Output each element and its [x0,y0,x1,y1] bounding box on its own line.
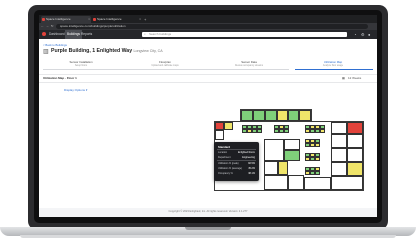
tooltip-value: 45.2% [248,167,255,170]
screen: Space Intelligence × Space Intelligence … [39,15,377,217]
favicon-icon [42,18,45,21]
copyright-text: Copyright © 2023 Enlighted, Inc. All rig… [168,210,248,213]
tooltip-value: Engineering [242,156,255,159]
room-tile[interactable] [264,139,284,161]
date-range-select[interactable]: 12 Weeks [348,76,361,80]
tooltip-label: Department [218,156,231,159]
search-icon: ⌕ [144,32,146,36]
room-tile[interactable] [284,139,300,150]
back-link[interactable]: < Back to Buildings [43,43,67,47]
floor-label: Utilization Map - Floor 1 [43,76,77,80]
step-label: Floorplan [159,60,171,64]
room-tile[interactable] [264,161,278,175]
step-utilization-map[interactable]: Utilization Map Analyze floor usage [291,60,375,67]
new-tab-button[interactable]: + [144,16,146,23]
step-sublabel: Review occupancy streams [235,65,263,67]
tooltip-label: Utilization % (peak) [218,162,239,165]
close-icon[interactable]: × [88,16,90,23]
tooltip-value: Enlighted Room [237,151,255,154]
stepper-active-indicator [295,69,373,70]
tooltip-value: 38.1% [248,172,255,175]
room-tile[interactable] [241,110,253,121]
display-options-dropdown[interactable]: Display Options ▾ [64,88,87,92]
tooltip-value: 82.5% [248,162,255,165]
room-tile[interactable] [264,175,288,190]
room-tile[interactable] [215,122,224,130]
room-tile[interactable] [299,110,311,121]
room-tile[interactable] [304,177,331,190]
room-tile[interactable] [331,148,347,162]
calendar-icon[interactable]: ▦ [342,76,345,80]
room-tile[interactable] [347,134,363,148]
reload-icon[interactable]: ↻ [51,23,54,30]
room-tile[interactable] [347,162,363,176]
building-icon: ▥ [43,49,49,55]
tab-label: Space Intelligence [97,17,122,21]
room-tile[interactable] [331,162,347,176]
app-search-input[interactable]: ⌕ Search buildings [142,32,347,37]
step-sublabel: Analyze floor usage [322,65,344,67]
room-tile[interactable] [331,134,347,148]
step-label: Utilization Map [323,60,343,64]
forward-icon[interactable]: → [46,23,49,30]
back-icon[interactable]: ← [41,23,44,30]
desk[interactable] [315,171,320,175]
room-tile[interactable] [224,122,233,130]
step-sublabel: Upload and calibrate maps [151,65,179,67]
room-tile[interactable] [277,110,288,121]
laptop-shadow [20,235,396,238]
step-label: Sensor Data [241,60,257,64]
nav-buildings[interactable]: Buildings [65,30,82,39]
tooltip-divider [217,149,256,150]
room-tile[interactable] [347,148,363,162]
tooltip-label: Occupancy % [218,172,233,175]
room-tile[interactable] [331,176,363,190]
nav-reports[interactable]: Reports [81,30,92,39]
stepper-track [43,69,289,70]
step-floorplan[interactable]: Floorplan Upload and calibrate maps [123,60,207,67]
user-icon[interactable]: ● [368,31,370,38]
desk[interactable] [257,129,262,133]
desk[interactable] [315,143,320,147]
building-name: Purple Building, 1 Enlighted Way [51,48,133,54]
room-tile[interactable] [278,161,288,175]
step-label: Sensor Installation [69,60,93,64]
room-tile[interactable] [253,110,265,121]
favicon-icon [93,18,96,21]
step-sensor-data[interactable]: Sensor Data Review occupancy streams [207,60,291,67]
close-icon[interactable]: × [139,16,141,23]
room-tile[interactable] [215,130,224,140]
room-tile[interactable] [347,122,363,134]
laptop-notch [185,227,231,230]
building-location: Longview City, CA [133,49,163,53]
tooltip-label: Location [218,151,228,154]
room-tile[interactable] [288,110,299,121]
page-title: Purple Building, 1 Enlighted Way Longvie… [51,48,163,54]
step-sensor-installation[interactable]: Sensor Installation Setup floors [39,60,123,67]
desk[interactable] [315,157,320,161]
floor-toolbar [39,74,377,83]
desk[interactable] [284,129,289,133]
browser-tab-2[interactable]: Space Intelligence × [92,16,142,23]
gear-icon[interactable]: ⚙ [361,31,365,38]
address-bar[interactable]: space.intelligence.com/buildings/purple/… [56,24,368,29]
search-placeholder: Search buildings [149,32,172,36]
browser-tab-1[interactable]: Space Intelligence × [41,16,91,23]
tab-label: Space Intelligence [46,17,71,21]
tooltip-divider [217,160,256,161]
step-sublabel: Setup floors [74,65,88,67]
room-tile[interactable] [331,122,347,134]
nav-dashboard[interactable]: Dashboard [49,30,65,39]
room-tile[interactable] [284,150,300,161]
bell-icon[interactable]: ◔ [354,31,356,38]
app-logo[interactable] [42,32,46,36]
room-tile[interactable] [288,175,304,190]
desk[interactable] [320,129,325,133]
room-tile[interactable] [265,110,277,121]
